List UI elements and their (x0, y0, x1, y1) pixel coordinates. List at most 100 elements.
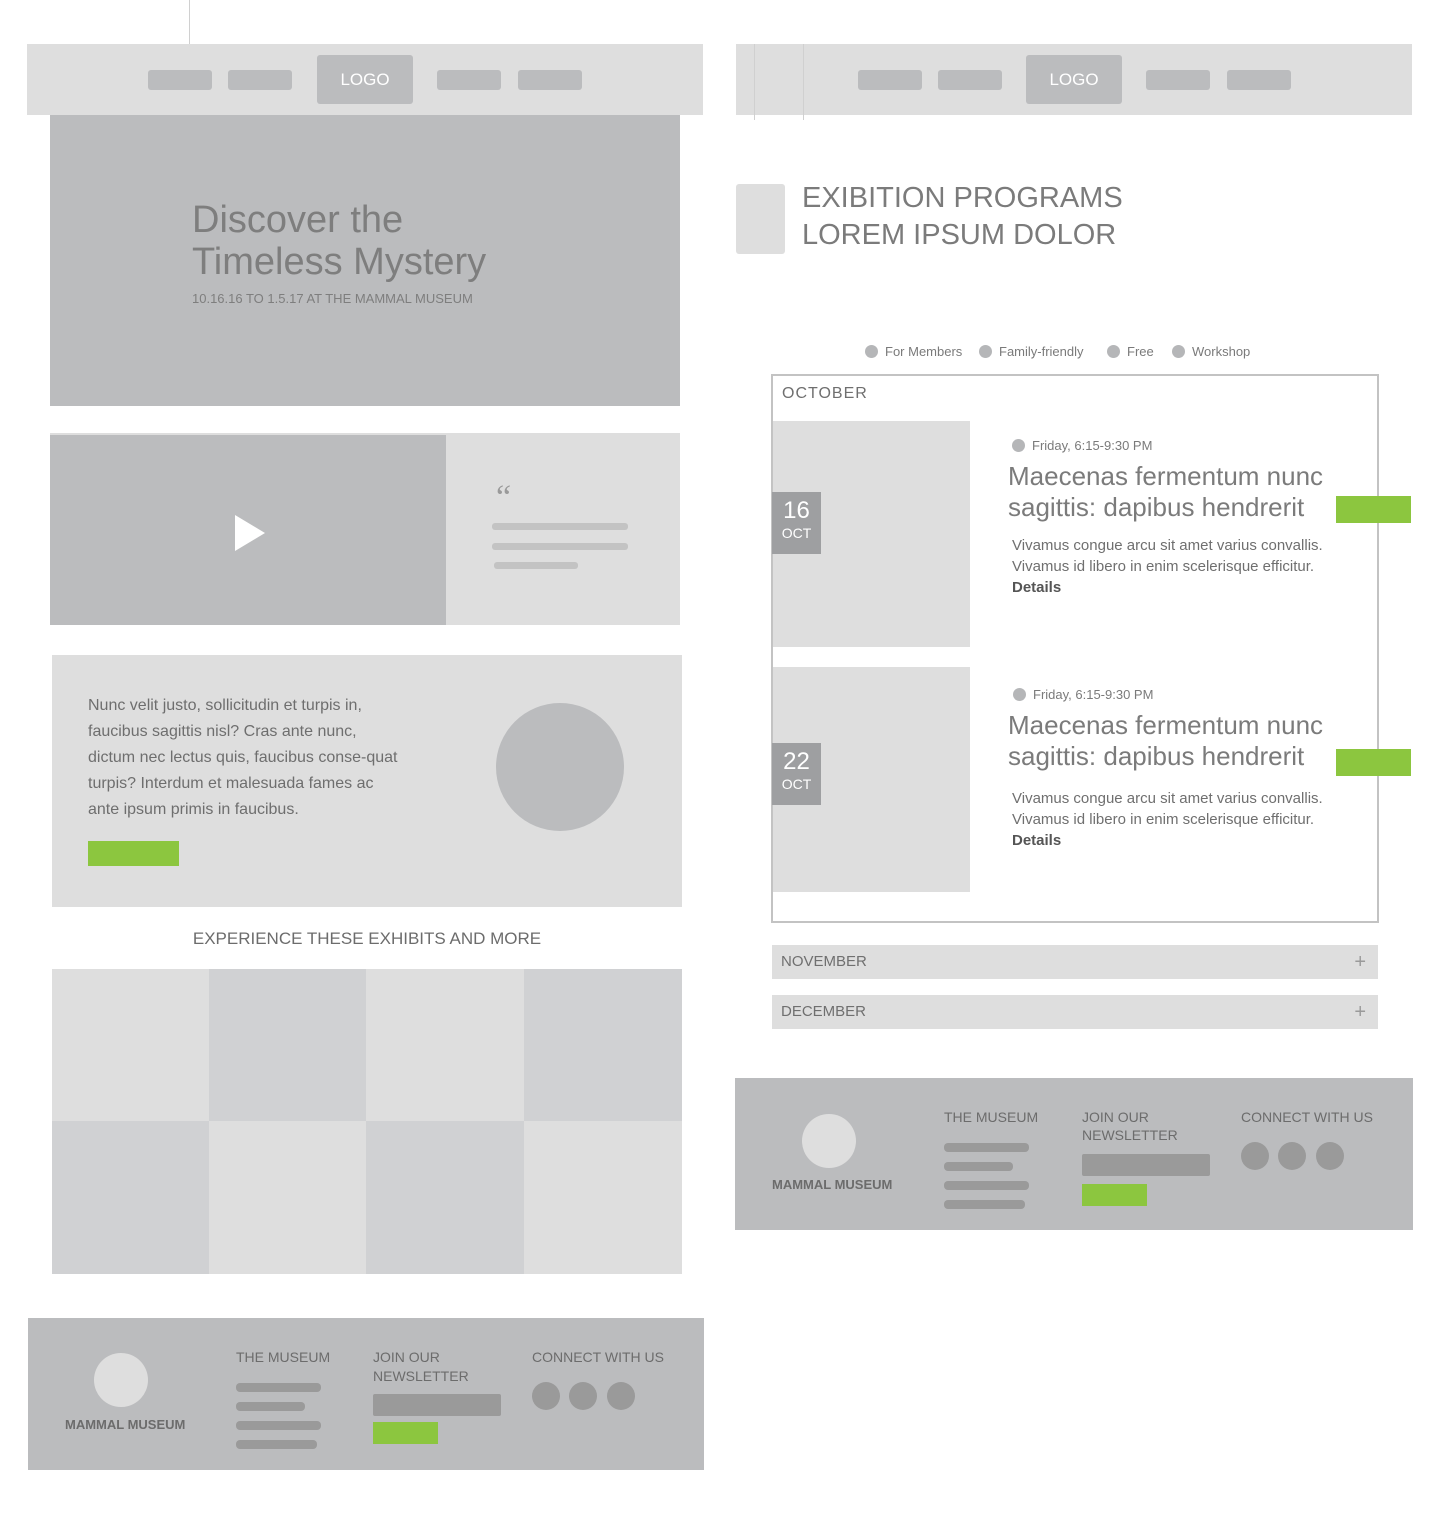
legend-label: Workshop (1192, 344, 1251, 359)
nav-item-2[interactable] (938, 70, 1002, 90)
footer-link[interactable] (236, 1421, 321, 1430)
media-quote-block: “ (50, 433, 680, 625)
exhibit-tile[interactable] (366, 1121, 524, 1274)
guide-line (189, 0, 190, 44)
event-time-text: Friday, 6:15-9:30 PM (1032, 438, 1153, 453)
newsletter-email-input[interactable] (373, 1394, 501, 1416)
social-icon[interactable] (1316, 1142, 1344, 1170)
event-register-button[interactable] (1336, 749, 1411, 776)
footer-newsletter-heading-2: NEWSLETTER (373, 1368, 469, 1384)
exhibit-tile[interactable] (52, 1121, 209, 1274)
quote-line-3 (494, 562, 578, 569)
quote-line-1 (492, 523, 628, 530)
feature-image-circle (496, 703, 624, 831)
footer-brand: MAMMAL MUSEUM (65, 1417, 186, 1432)
date-badge: 22 OCT (772, 743, 821, 805)
event-title[interactable]: Maecenas fermentum nunc sagittis: dapibu… (1008, 710, 1338, 772)
newsletter-submit-button[interactable] (373, 1422, 438, 1444)
newsletter-email-input[interactable] (1082, 1154, 1210, 1176)
video-player[interactable] (50, 435, 446, 625)
exhibits-grid (52, 969, 682, 1274)
footer-link[interactable] (236, 1402, 305, 1411)
exhibit-tile[interactable] (366, 969, 524, 1121)
social-icon[interactable] (1278, 1142, 1306, 1170)
nav-item-2[interactable] (228, 70, 292, 90)
event-title[interactable]: Maecenas fermentum nunc sagittis: dapibu… (1008, 461, 1338, 523)
event-time-text: Friday, 6:15-9:30 PM (1033, 687, 1154, 702)
nav-item-3[interactable] (437, 70, 501, 90)
hero-subtitle: 10.16.16 TO 1.5.17 AT THE MAMMAL MUSEUM (192, 291, 473, 306)
quote-icon: “ (496, 479, 512, 516)
footer-connect-heading: CONNECT WITH US (1241, 1109, 1373, 1125)
page-icon-placeholder (736, 184, 785, 254)
legend-dot-icon (1172, 345, 1185, 358)
social-icon[interactable] (569, 1382, 597, 1410)
legend-free[interactable]: Free (1107, 344, 1154, 359)
footer-connect-heading: CONNECT WITH US (532, 1349, 664, 1365)
feature-block: Nunc velit justo, sollicitudin et turpis… (52, 655, 682, 907)
month-accordion-december[interactable]: DECEMBER + (772, 995, 1378, 1029)
date-day: 16 (783, 497, 810, 524)
date-day: 22 (783, 748, 810, 775)
legend-family-friendly[interactable]: Family-friendly (979, 344, 1084, 359)
legend-label: Family-friendly (999, 344, 1084, 359)
logo[interactable]: LOGO (1026, 55, 1122, 104)
exhibit-tile[interactable] (209, 969, 366, 1121)
month-label: DECEMBER (781, 1003, 867, 1020)
footer-link[interactable] (944, 1162, 1013, 1171)
event-tag-icon (1013, 688, 1026, 701)
legend-workshop[interactable]: Workshop (1172, 344, 1250, 359)
nav-item-4[interactable] (1227, 70, 1291, 90)
event-details-link[interactable]: Details (1012, 832, 1061, 849)
footer-link[interactable] (236, 1383, 321, 1392)
footer-newsletter-heading-2: NEWSLETTER (1082, 1127, 1178, 1143)
nav-item-4[interactable] (518, 70, 582, 90)
nav-item-1[interactable] (858, 70, 922, 90)
event-time: Friday, 6:15-9:30 PM (1012, 438, 1152, 453)
hero-title-line1: Discover the (192, 199, 404, 241)
social-icon[interactable] (607, 1382, 635, 1410)
newsletter-submit-button[interactable] (1082, 1184, 1147, 1206)
right-top-nav: LOGO (736, 44, 1412, 120)
nav-item-3[interactable] (1146, 70, 1210, 90)
hero-banner: Discover the Timeless Mystery 10.16.16 T… (50, 115, 680, 406)
guide-line (754, 44, 755, 120)
exhibit-tile[interactable] (524, 1121, 682, 1274)
social-icon[interactable] (532, 1382, 560, 1410)
left-footer: MAMMAL MUSEUM THE MUSEUM JOIN OUR NEWSLE… (28, 1318, 704, 1470)
quote-line-2 (492, 543, 628, 550)
exhibits-heading: EXPERIENCE THESE EXHIBITS AND MORE (192, 929, 542, 948)
legend-label: For Members (885, 344, 963, 359)
feature-paragraph: Nunc velit justo, sollicitudin et turpis… (88, 697, 398, 818)
exhibit-tile[interactable] (209, 1121, 366, 1274)
footer-logo-circle[interactable] (802, 1114, 856, 1168)
footer-brand: MAMMAL MUSEUM (772, 1177, 893, 1192)
exhibit-tile[interactable] (524, 969, 682, 1121)
event-details-link[interactable]: Details (1012, 579, 1061, 596)
date-month: OCT (781, 525, 812, 541)
footer-link[interactable] (944, 1200, 1025, 1209)
footer-logo-circle[interactable] (94, 1353, 148, 1407)
social-icon[interactable] (1241, 1142, 1269, 1170)
left-top-nav: LOGO (27, 44, 703, 115)
footer-museum-heading: THE MUSEUM (236, 1349, 331, 1365)
play-icon[interactable] (235, 515, 265, 551)
footer-link[interactable] (944, 1143, 1029, 1152)
expand-plus-icon[interactable]: + (1354, 995, 1366, 1029)
legend-dot-icon (865, 345, 878, 358)
footer-museum-heading: THE MUSEUM (944, 1109, 1039, 1125)
footer-newsletter-heading-1: JOIN OUR (373, 1349, 440, 1365)
month-accordion-november[interactable]: NOVEMBER + (772, 945, 1378, 979)
event-register-button[interactable] (1336, 496, 1411, 523)
logo[interactable]: LOGO (317, 55, 413, 104)
exhibit-tile[interactable] (52, 969, 209, 1121)
footer-link[interactable] (236, 1440, 317, 1449)
legend-for-members[interactable]: For Members (865, 344, 962, 359)
feature-cta-button[interactable] (88, 841, 179, 866)
event-description: Vivamus congue arcu sit amet varius conv… (1012, 537, 1323, 575)
expand-plus-icon[interactable]: + (1354, 945, 1366, 979)
footer-link[interactable] (944, 1181, 1029, 1190)
date-badge: 16 OCT (772, 492, 821, 554)
nav-item-1[interactable] (148, 70, 212, 90)
month-label[interactable]: OCTOBER (782, 385, 868, 403)
